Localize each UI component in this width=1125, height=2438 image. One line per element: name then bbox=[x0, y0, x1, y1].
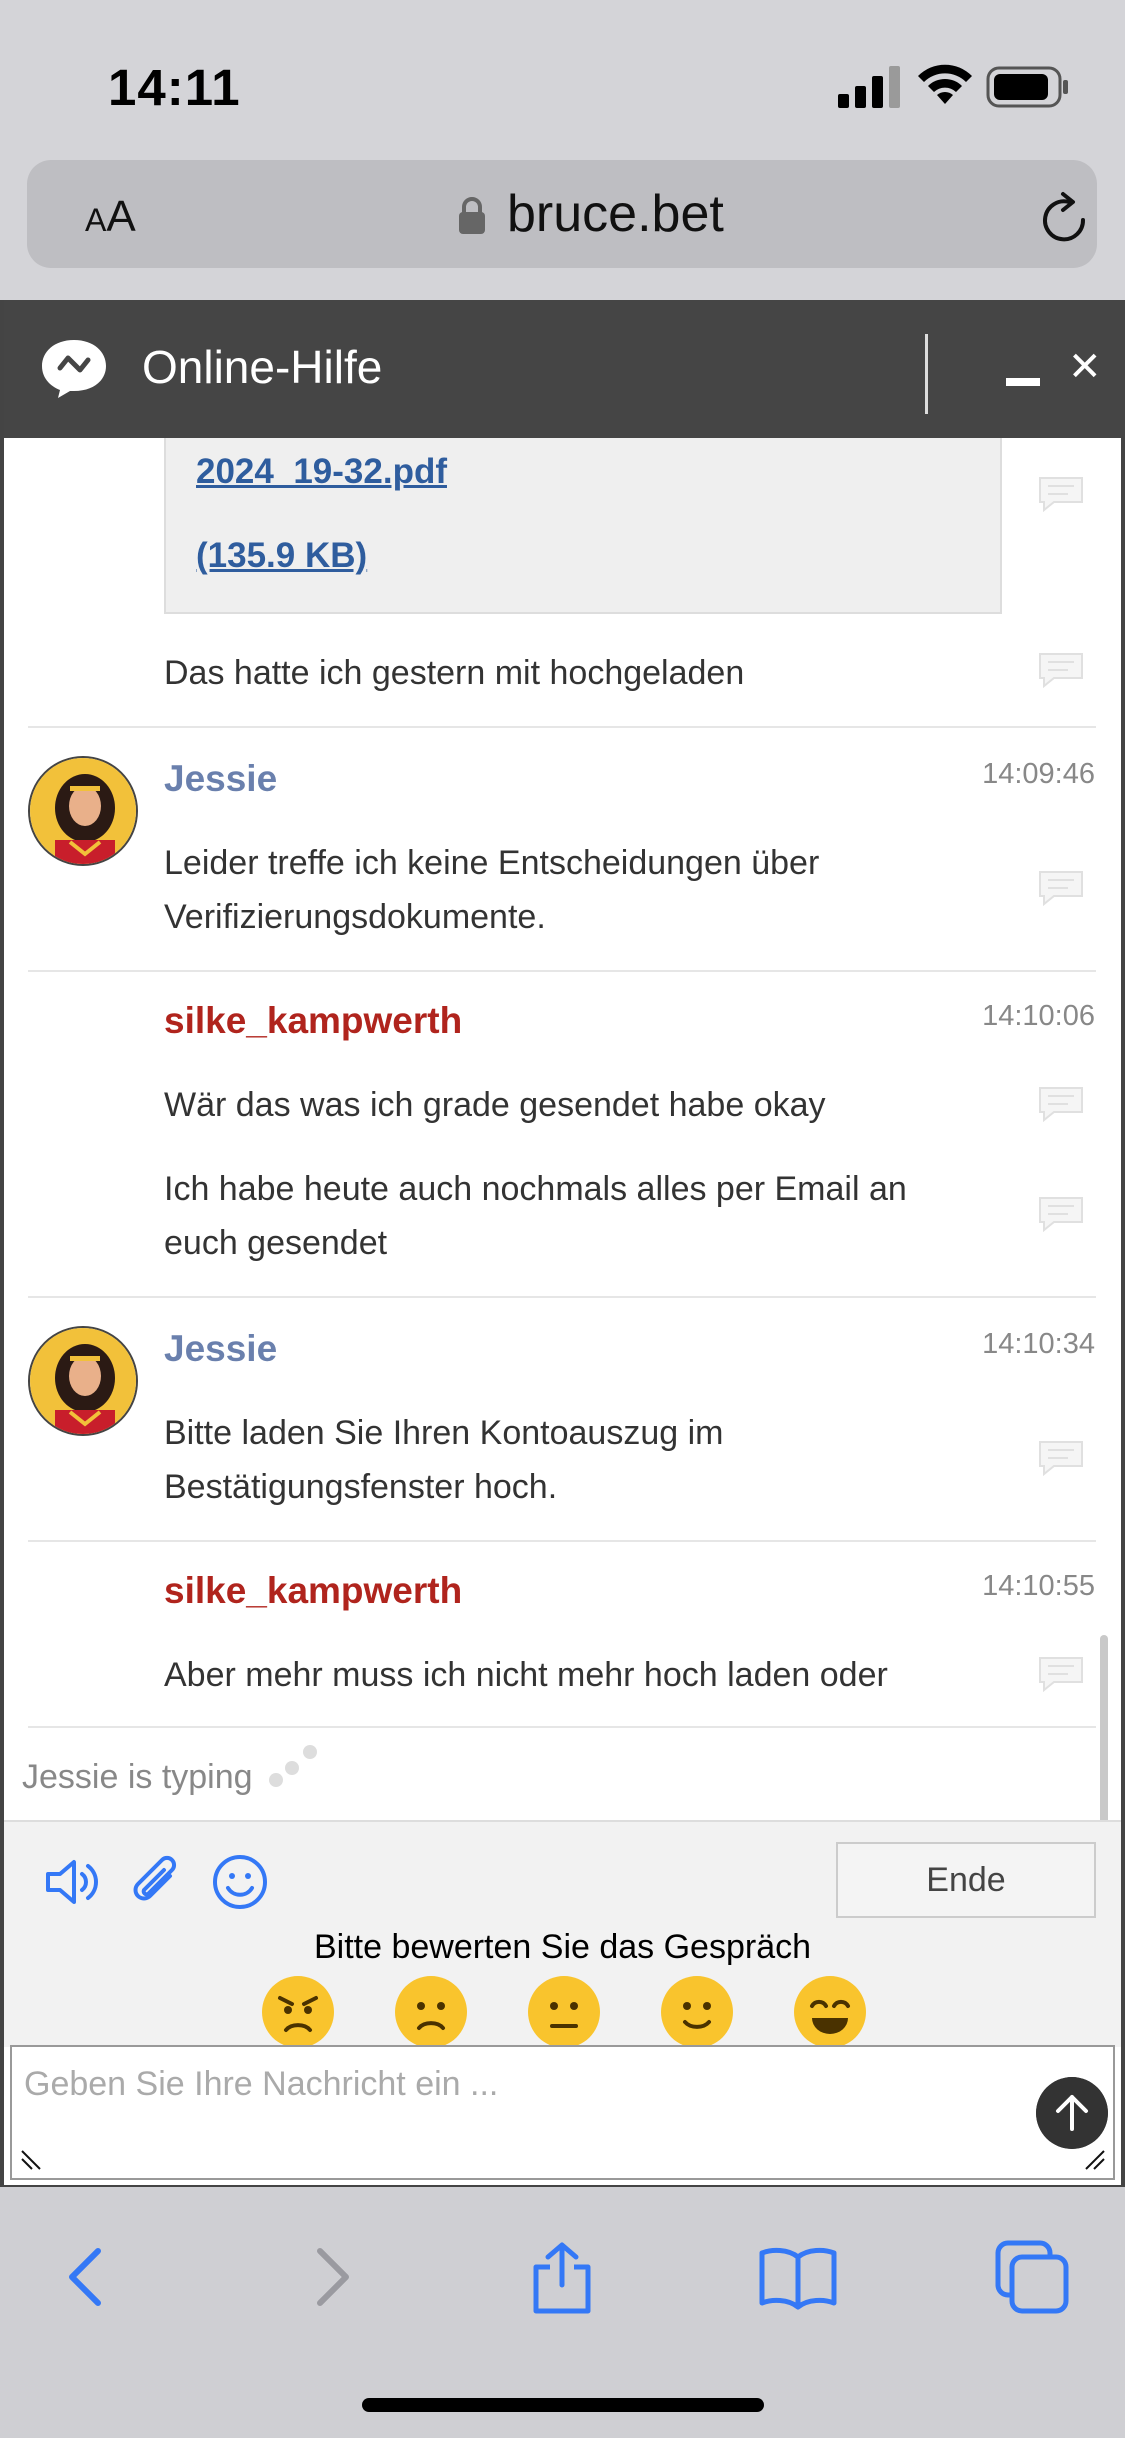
chat-header: Online-Hilfe ✕ bbox=[4, 300, 1125, 438]
end-chat-button[interactable]: Ende bbox=[836, 1842, 1096, 1918]
reload-icon[interactable] bbox=[1039, 190, 1091, 244]
agent-avatar bbox=[28, 756, 138, 866]
home-indicator bbox=[362, 2398, 764, 2412]
message-author: silke_kampwerth bbox=[164, 1000, 463, 1041]
url-field[interactable]: AA bruce.bet bbox=[27, 160, 1097, 268]
resize-handle-left-icon[interactable] bbox=[20, 2147, 44, 2171]
status-bar: 14:11 bbox=[0, 0, 1125, 160]
typing-dots-icon bbox=[269, 1745, 317, 1787]
smile-face-icon[interactable] bbox=[659, 1974, 735, 2050]
neutral-face-icon[interactable] bbox=[526, 1974, 602, 2050]
file-size-link[interactable]: (135.9 KB) bbox=[196, 536, 367, 576]
chat-bubble-logo-icon bbox=[42, 340, 106, 398]
message-bubble-icon bbox=[1039, 1441, 1083, 1477]
angry-face-icon[interactable] bbox=[260, 1974, 336, 2050]
share-icon[interactable] bbox=[522, 2237, 602, 2317]
lock-icon bbox=[459, 197, 485, 234]
file-attachment: 2024_19-32.pdf (135.9 KB) bbox=[164, 438, 1002, 614]
message-separator bbox=[28, 1540, 1096, 1542]
message-bubble-icon bbox=[1039, 871, 1083, 907]
message-bubble-icon bbox=[1039, 477, 1083, 513]
back-icon[interactable] bbox=[48, 2237, 128, 2317]
message-timestamp: 14:10:34 bbox=[982, 1328, 1095, 1360]
typing-indicator: Jessie is typing bbox=[22, 1758, 253, 1796]
battery-icon bbox=[986, 66, 1068, 108]
sound-icon[interactable] bbox=[42, 1852, 102, 1912]
agent-avatar bbox=[28, 1326, 138, 1436]
message-timestamp: 14:10:55 bbox=[982, 1570, 1095, 1602]
message-text: Bitte laden Sie Ihren Kontoauszug im Bes… bbox=[164, 1414, 724, 1506]
message-input[interactable]: Geben Sie Ihre Nachricht ein ... bbox=[10, 2045, 1115, 2180]
message-separator bbox=[28, 1296, 1096, 1298]
message-separator bbox=[28, 970, 1096, 972]
status-time: 14:11 bbox=[108, 59, 241, 116]
file-name-link[interactable]: 2024_19-32.pdf bbox=[196, 452, 447, 492]
message-text: Das hatte ich gestern mit hochgeladen bbox=[164, 654, 745, 692]
rating-label: Bitte bewerten Sie das Gespräch bbox=[313, 1928, 812, 1966]
send-button[interactable] bbox=[1036, 2077, 1108, 2149]
message-timestamp: 14:10:06 bbox=[982, 1000, 1095, 1032]
wifi-icon bbox=[918, 64, 972, 104]
message-input-placeholder: Geben Sie Ihre Nachricht ein ... bbox=[24, 2065, 499, 2103]
chat-toolbar: Ende Bitte bewerten Sie das Gespräch bbox=[4, 1820, 1121, 2050]
forward-icon[interactable] bbox=[290, 2237, 370, 2317]
emoji-icon[interactable] bbox=[210, 1852, 270, 1912]
message-text: Leider treffe ich keine Entscheidungen ü… bbox=[164, 844, 820, 936]
message-bubble-icon bbox=[1039, 653, 1083, 689]
chat-window: Online-Hilfe ✕ 2024_19-32.pdf (135.9 KB)… bbox=[0, 300, 1125, 2185]
url-text: bruce.bet bbox=[507, 185, 724, 243]
message-list[interactable]: 2024_19-32.pdf (135.9 KB) Das hatte ich … bbox=[4, 438, 1121, 1728]
message-bubble-icon bbox=[1039, 1657, 1083, 1693]
message-text: Ich habe heute auch nochmals alles per E… bbox=[164, 1170, 907, 1262]
text-size-button[interactable]: AA bbox=[85, 192, 136, 242]
love-face-icon[interactable] bbox=[792, 1974, 868, 2050]
message-author: silke_kampwerth bbox=[164, 1570, 463, 1611]
bookmarks-icon[interactable] bbox=[758, 2237, 838, 2317]
resize-handle-right-icon[interactable] bbox=[1082, 2147, 1106, 2171]
attachment-icon[interactable] bbox=[126, 1852, 186, 1912]
message-text: Wär das was ich grade gesendet habe okay bbox=[164, 1086, 826, 1124]
chat-title: Online-Hilfe bbox=[142, 341, 383, 393]
message-bubble-icon bbox=[1039, 1087, 1083, 1123]
message-timestamp: 14:09:46 bbox=[982, 758, 1095, 790]
header-divider bbox=[925, 334, 928, 414]
message-author: Jessie bbox=[164, 1328, 278, 1369]
sad-face-icon[interactable] bbox=[393, 1974, 469, 2050]
cellular-signal-icon bbox=[838, 66, 900, 108]
message-author: Jessie bbox=[164, 758, 278, 799]
message-bubble-icon bbox=[1039, 1197, 1083, 1233]
message-text: Aber mehr muss ich nicht mehr hoch laden… bbox=[164, 1656, 888, 1694]
message-separator bbox=[28, 1726, 1096, 1728]
close-button[interactable]: ✕ bbox=[1068, 344, 1102, 390]
message-separator bbox=[28, 726, 1096, 728]
tabs-icon[interactable] bbox=[992, 2237, 1072, 2317]
browser-url-bar: AA bruce.bet bbox=[0, 160, 1125, 300]
minimize-button[interactable] bbox=[1006, 378, 1040, 386]
